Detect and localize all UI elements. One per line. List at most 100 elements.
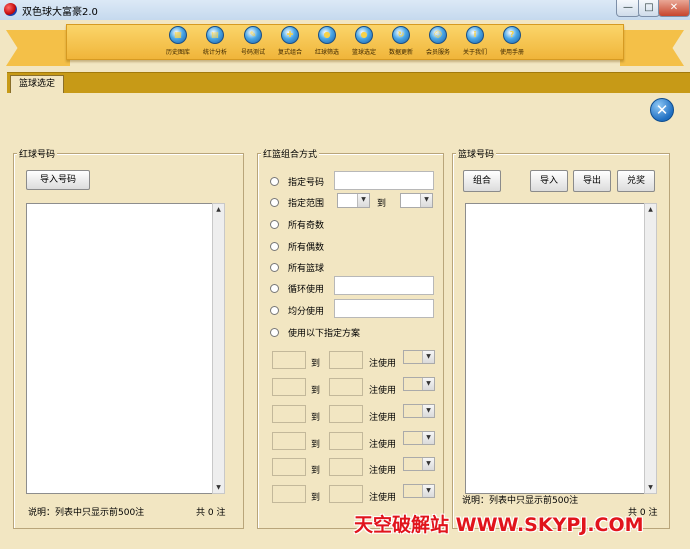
red-list-scrollbar[interactable]: ▲ ▼ [212, 203, 225, 494]
scheme-select[interactable]: ▼ [403, 404, 435, 418]
scheme-select[interactable]: ▼ [403, 484, 435, 498]
scheme-start-input[interactable] [272, 378, 306, 396]
radio-all-blue[interactable] [270, 263, 279, 272]
scheme-to-label: 到 [311, 440, 321, 450]
chevron-down-icon: ▼ [422, 351, 434, 363]
radio-cyclic-use[interactable] [270, 284, 279, 293]
menu-icon-glyph: ✚ [286, 30, 294, 39]
scheme-end-input[interactable] [329, 405, 363, 423]
number-test-icon: ✎ [244, 26, 262, 44]
blue-count-suffix: 注 [648, 508, 658, 518]
range-end-select[interactable]: ▼ [400, 193, 433, 208]
scheme-start-input[interactable] [272, 432, 306, 450]
radio-specified-numbers[interactable] [270, 177, 279, 186]
menu-item-member-service[interactable]: ☺ 会员服务 [418, 26, 458, 56]
menu-item-label: 历史图库 [165, 49, 190, 56]
label-all-odd: 所有奇数 [288, 221, 325, 231]
scheme-select[interactable]: ▼ [403, 377, 435, 391]
scroll-up-icon[interactable]: ▲ [645, 204, 656, 215]
cyclic-use-input[interactable] [334, 276, 434, 295]
menu-item-data-update[interactable]: ↻ 数据更新 [381, 26, 421, 56]
chevron-down-icon: ▼ [422, 405, 434, 417]
scheme-end-input[interactable] [329, 432, 363, 450]
redeem-button[interactable]: 兑奖 [617, 170, 655, 192]
about-us-icon: i [466, 26, 484, 44]
import-red-numbers-button[interactable]: 导入号码 [26, 170, 90, 190]
scheme-to-label: 到 [311, 466, 321, 476]
scheme-select[interactable]: ▼ [403, 457, 435, 471]
scheme-start-input[interactable] [272, 351, 306, 369]
radio-specified-range[interactable] [270, 198, 279, 207]
menu-item-about-us[interactable]: i 关于我们 [455, 26, 495, 56]
menu-item-label: 号码测试 [240, 49, 265, 56]
label-specified-numbers: 指定号码 [288, 178, 325, 188]
scheme-select[interactable]: ▼ [403, 350, 435, 364]
app-logo-icon [4, 3, 17, 16]
menu-icon-glyph: ☺ [433, 30, 443, 39]
maximize-button[interactable]: □ [638, 0, 660, 17]
menu-icon-glyph: i [473, 30, 477, 39]
scheme-select[interactable]: ▼ [403, 431, 435, 445]
radio-use-schemes[interactable] [270, 328, 279, 337]
menu-icon-glyph: ↻ [397, 30, 405, 39]
scheme-to-label: 到 [311, 493, 321, 503]
tab-blue-ball-select[interactable]: 篮球选定 [10, 75, 64, 93]
title-bar[interactable]: 双色球大富豪2.0 — □ ✕ [0, 0, 690, 21]
chevron-down-icon: ▼ [422, 485, 434, 497]
red-count-prefix: 共 [196, 508, 206, 518]
scheme-end-input[interactable] [329, 485, 363, 503]
scroll-up-icon[interactable]: ▲ [213, 204, 224, 215]
scheme-use-label: 注使用 [369, 493, 397, 503]
scheme-use-label: 注使用 [369, 440, 397, 450]
menu-item-blue-ball-select[interactable]: ● 篮球选定 [344, 26, 384, 56]
even-split-input[interactable] [334, 299, 434, 318]
import-button[interactable]: 导入 [530, 170, 568, 192]
window-title: 双色球大富豪2.0 [22, 7, 98, 18]
blue-ball-group-title: 篮球号码 [456, 147, 497, 160]
range-start-select[interactable]: ▼ [337, 193, 370, 208]
range-to-label: 到 [377, 199, 387, 209]
scheme-use-label: 注使用 [369, 413, 397, 423]
scheme-end-input[interactable] [329, 351, 363, 369]
compound-combo-icon: ✚ [281, 26, 299, 44]
chevron-down-icon: ▼ [422, 458, 434, 470]
menu-item-compound-combo[interactable]: ✚ 复式组合 [270, 26, 310, 56]
window-close-button[interactable]: ✕ [658, 0, 690, 17]
scheme-start-input[interactable] [272, 405, 306, 423]
combine-button[interactable]: 组合 [463, 170, 501, 192]
menu-item-history-chart[interactable]: ▦ 历史图库 [158, 26, 198, 56]
scroll-down-icon[interactable]: ▼ [213, 482, 224, 493]
scheme-end-input[interactable] [329, 378, 363, 396]
blue-ball-list[interactable] [465, 203, 645, 494]
chevron-down-icon: ▼ [422, 432, 434, 444]
radio-even-split[interactable] [270, 306, 279, 315]
menu-item-statistics[interactable]: ▤ 统计分析 [195, 26, 235, 56]
specified-numbers-input[interactable] [334, 171, 434, 190]
scheme-end-input[interactable] [329, 458, 363, 476]
radio-all-even[interactable] [270, 242, 279, 251]
menu-item-label: 红球筛选 [314, 49, 339, 56]
scheme-use-label: 注使用 [369, 386, 397, 396]
menu-item-label: 关于我们 [462, 49, 487, 56]
export-button[interactable]: 导出 [573, 170, 611, 192]
menu-item-label: 篮球选定 [351, 49, 376, 56]
chevron-down-icon: ▼ [422, 378, 434, 390]
menu-item-user-manual[interactable]: ? 使用手册 [492, 26, 532, 56]
minimize-button[interactable]: — [616, 0, 640, 17]
scheme-start-input[interactable] [272, 458, 306, 476]
menu-icon-glyph: ● [323, 30, 331, 39]
history-chart-icon: ▦ [169, 26, 187, 44]
menu-item-red-ball-filter[interactable]: ● 红球筛选 [307, 26, 347, 56]
menu-item-label: 复式组合 [277, 49, 302, 56]
menu-item-number-test[interactable]: ✎ 号码测试 [233, 26, 273, 56]
red-count-suffix: 注 [216, 508, 226, 518]
member-service-icon: ☺ [429, 26, 447, 44]
close-panel-icon[interactable]: ✕ [650, 98, 674, 122]
label-all-blue: 所有篮球 [288, 264, 325, 274]
blue-list-scrollbar[interactable]: ▲ ▼ [644, 203, 657, 494]
scheme-start-input[interactable] [272, 485, 306, 503]
red-ball-list[interactable] [26, 203, 213, 494]
scroll-down-icon[interactable]: ▼ [645, 482, 656, 493]
radio-all-odd[interactable] [270, 220, 279, 229]
scheme-use-label: 注使用 [369, 359, 397, 369]
